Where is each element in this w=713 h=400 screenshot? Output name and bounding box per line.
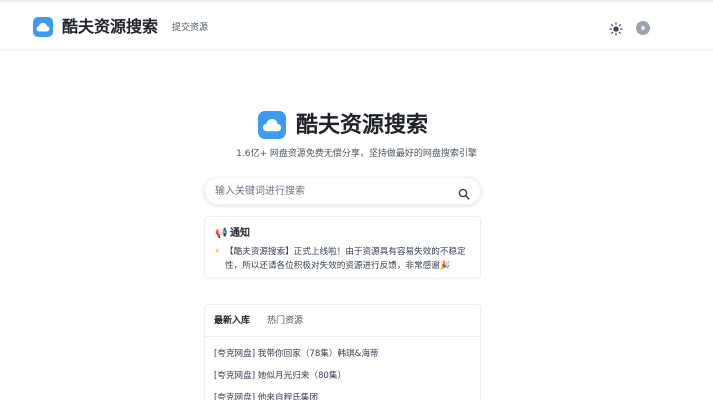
notice-card: 📢 通知 ⚡ 【酷夫资源搜索】正式上线啦！由于资源具有容易失效的不稳定性，所以还…: [204, 216, 481, 279]
resource-list-card: 最新入库 热门资源 [夸克网盘] 我带你回家（78集）韩琪&海蒂 [夸克网盘] …: [204, 304, 481, 400]
list-item[interactable]: [夸克网盘] 他来自程氏集团: [214, 392, 318, 400]
list-item[interactable]: [夸克网盘] 我带你回家（78集）韩琪&海蒂: [214, 348, 379, 360]
cloud-logo-icon[interactable]: [33, 17, 53, 37]
list-item[interactable]: [夸克网盘] 她似月光归来（80集）: [214, 370, 346, 382]
megaphone-icon: 📢: [215, 228, 228, 239]
notice-body: 【酷夫资源搜索】正式上线啦！由于资源具有容易失效的不稳定性，所以还请各位积极对失…: [225, 245, 477, 273]
search-icon[interactable]: [458, 185, 470, 200]
hero-subtitle: 1.6亿+ 网盘资源免费无偿分享，坚持做最好的网盘搜索引擎: [236, 149, 477, 159]
search-input[interactable]: [215, 182, 445, 200]
tab-hot[interactable]: 热门资源: [267, 315, 303, 328]
sun-icon[interactable]: [609, 21, 623, 36]
list-tabs: 最新入库 热门资源: [205, 305, 480, 337]
top-header: 酷夫资源搜索 提交资源: [0, 0, 713, 50]
search-box: [204, 177, 481, 205]
tab-latest[interactable]: 最新入库: [214, 315, 250, 328]
bolt-icon: ⚡: [214, 247, 221, 257]
brand-name[interactable]: 酷夫资源搜索: [62, 16, 158, 38]
party-hat-icon: 🎉: [439, 261, 451, 271]
notice-title: 通知: [230, 228, 250, 239]
avatar[interactable]: [636, 21, 650, 35]
submit-resource-link[interactable]: 提交资源: [172, 21, 208, 35]
cloud-logo-icon: [258, 111, 286, 139]
notice-text: 【酷夫资源搜索】正式上线啦！由于资源具有容易失效的不稳定性，所以还请各位积极对失…: [225, 247, 466, 271]
hero-title: 酷夫资源搜索: [296, 113, 429, 138]
